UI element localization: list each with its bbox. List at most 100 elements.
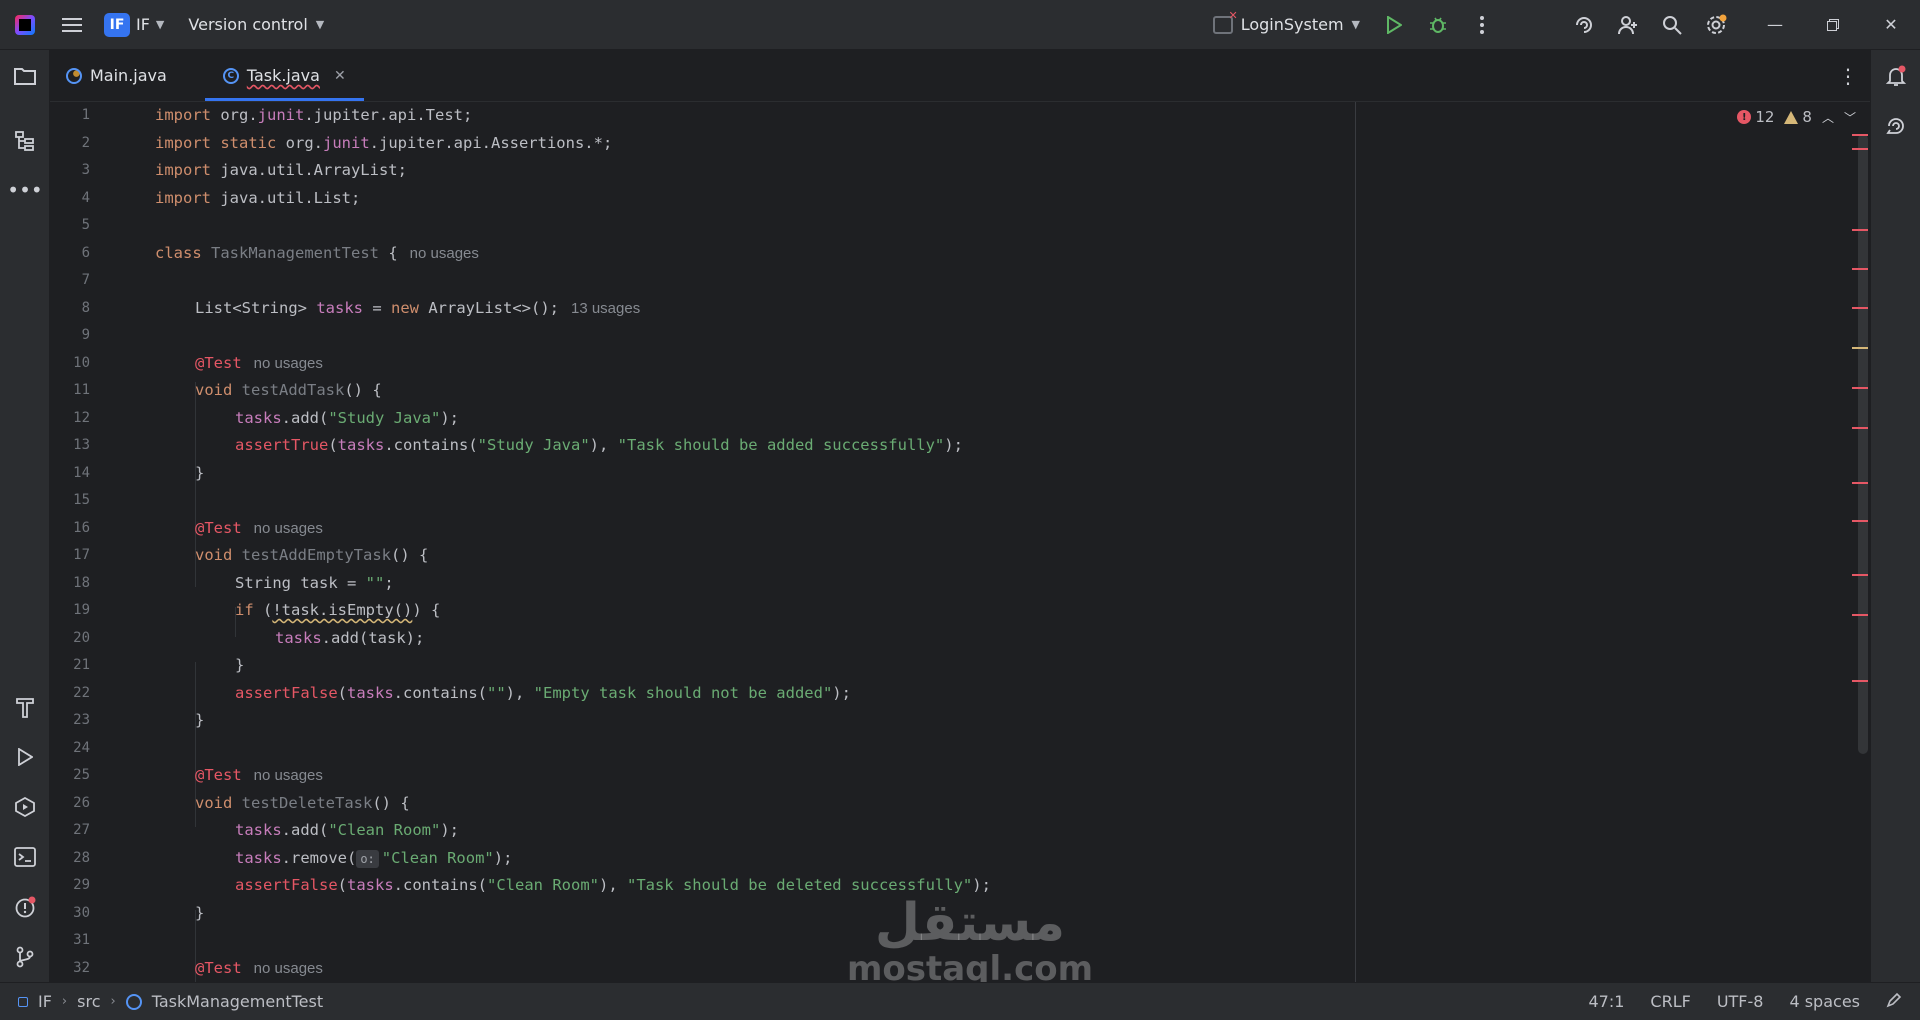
error-stripe-marker[interactable] [1852,134,1868,136]
line-number: 14 [73,464,90,481]
error-stripe-marker[interactable] [1852,614,1868,616]
app-logo-icon [0,0,50,50]
debug-icon[interactable] [1416,0,1460,50]
tab-label: Task.java [246,66,320,85]
file-encoding[interactable]: UTF-8 [1717,992,1764,1011]
error-stripe-marker[interactable] [1852,148,1868,150]
code-line-26: void testDeleteTask() { [195,793,410,812]
search-icon[interactable] [1650,0,1694,50]
code-area[interactable]: import org.junit.jupiter.api.Test; impor… [155,102,1870,982]
error-stripe-marker[interactable] [1852,574,1868,576]
code-line-16: @Test no usages [195,518,323,537]
code-line-13: assertTrue(tasks.contains("Study Java"),… [235,436,963,454]
more-tools-icon[interactable]: ••• [0,170,50,210]
line-number: 11 [73,382,90,398]
code-line-11: void testAddTask() { [195,381,382,399]
run-configuration-selector[interactable]: LoginSystem ▼ [1201,9,1372,34]
line-number: 28 [73,849,90,866]
error-stripe-marker[interactable] [1852,387,1868,389]
code-line-4: import java.util.List; [155,188,361,207]
usages-hint: no usages [253,767,323,784]
tab-label: Main.java [90,66,167,85]
line-number: 22 [73,684,90,701]
code-line-1: import org.junit.jupiter.api.Test; [155,106,473,124]
caret-position[interactable]: 47:1 [1588,992,1624,1011]
ai-chat-icon[interactable] [1871,106,1920,146]
main-menu-icon[interactable] [50,0,94,50]
line-number: 1 [81,107,90,123]
code-line-20: tasks.add(task); [275,628,425,647]
error-stripe-marker[interactable] [1852,680,1868,682]
error-stripe-marker[interactable] [1852,229,1868,231]
line-number: 5 [81,217,90,233]
project-selector[interactable]: IF IF ▼ [94,9,174,41]
warning-stripe-marker[interactable] [1852,347,1868,349]
chevron-down-icon: ▼ [1351,18,1360,31]
breadcrumb-class[interactable]: TaskManagementTest [152,992,323,1011]
indent-setting[interactable]: 4 spaces [1789,992,1860,1011]
ai-assistant-icon[interactable] [1562,0,1606,50]
git-branch-icon[interactable] [0,937,50,977]
line-number: 24 [73,739,90,756]
restore-button[interactable] [1804,0,1862,50]
module-icon [18,996,28,1007]
line-number-gutter: 1 2 3 4 5 6 7 8 9 10 11 12 13 14 15 16 17 18 19 20 21 22 23 24 2… [50,102,90,982]
error-stripe-marker[interactable] [1852,427,1868,429]
services-icon[interactable] [0,787,50,827]
line-number: 31 [73,932,90,948]
close-window-button[interactable]: ✕ [1862,0,1920,50]
more-actions-icon[interactable] [1460,0,1504,50]
run-config-name: LoginSystem [1240,15,1344,34]
chevron-right-icon: › [110,994,116,1009]
error-stripe-marker[interactable] [1852,307,1868,309]
usages-hint: no usages [253,959,323,977]
line-number: 29 [73,877,90,893]
breadcrumb-src[interactable]: src [77,992,100,1011]
error-stripe-marker[interactable] [1852,268,1868,270]
code-line-32: @Test no usages [195,958,323,977]
run-icon[interactable] [1372,0,1416,50]
editor-tabs: Main.java C Task.java ✕ ⋮ [50,50,1870,102]
title-bar: IF IF ▼ Version control ▼ LoginSystem ▼ [0,0,1920,50]
status-bar: IF › src › TaskManagementTest 47:1 CRLF … [0,982,1920,1020]
line-number: 10 [73,354,90,371]
line-number: 9 [81,327,90,343]
error-stripe-marker[interactable] [1852,482,1868,484]
run-tool-icon[interactable] [0,737,50,777]
code-line-10: @Test no usages [195,353,323,372]
line-number: 3 [81,162,90,178]
usages-hint: no usages [409,244,479,262]
settings-gear-icon[interactable] [1694,0,1738,50]
version-control-menu[interactable]: Version control ▼ [174,9,338,41]
error-stripe-marker[interactable] [1852,520,1868,522]
structure-icon[interactable] [0,121,50,161]
code-line-27: tasks.add("Clean Room"); [235,821,459,839]
line-number: 21 [73,657,90,673]
usages-hint: 13 usages [570,299,641,317]
code-line-3: import java.util.ArrayList; [155,161,407,179]
chevron-down-icon: ▼ [315,18,325,31]
line-number: 16 [73,519,90,536]
close-tab-icon[interactable]: ✕ [334,68,346,84]
code-line-28: tasks.remove(o: "Clean Room"); [235,848,513,868]
tabs-more-icon[interactable]: ⋮ [1826,50,1870,101]
code-line-21: } [235,656,245,674]
terminal-icon[interactable] [0,837,50,877]
notifications-bell-icon[interactable] [1871,56,1920,96]
breadcrumb-project[interactable]: IF [38,992,52,1011]
tab-main-java[interactable]: Main.java [50,50,185,101]
vertical-scrollbar[interactable] [1858,134,1868,754]
code-editor[interactable]: 1 2 3 4 5 6 7 8 9 10 11 12 13 14 15 16 17 18 19 20 21 22 23 24 2… [50,102,1870,982]
problems-icon[interactable] [0,887,50,927]
watermark-arabic: مستقل [874,893,1066,953]
project-folder-icon[interactable] [0,56,50,96]
read-only-toggle-icon[interactable] [1886,992,1902,1012]
code-line-18: String task = ""; [235,573,394,592]
tab-task-java[interactable]: C Task.java ✕ [204,50,364,101]
build-hammer-icon[interactable] [0,687,50,727]
line-separator[interactable]: CRLF [1650,992,1690,1011]
warning-highlight: !task.isEmpty() [272,601,413,619]
minimize-button[interactable]: — [1746,0,1804,50]
add-user-icon[interactable] [1606,0,1650,50]
java-class-icon [66,67,82,84]
